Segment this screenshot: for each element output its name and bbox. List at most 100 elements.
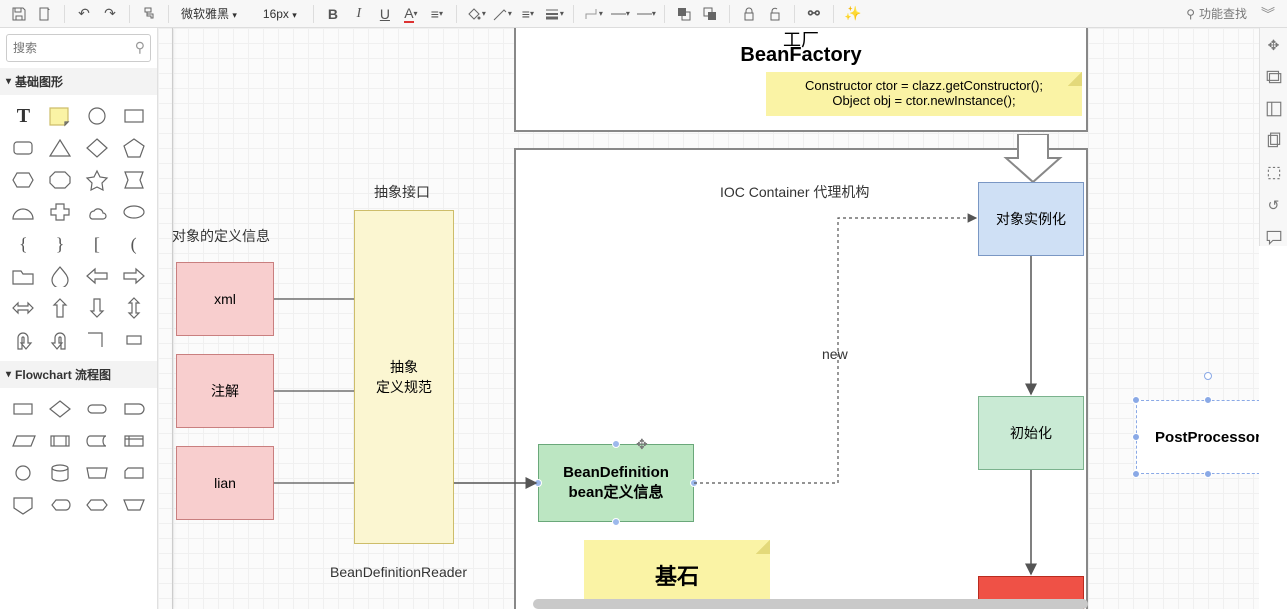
arrow-end-button[interactable]: ▾ <box>634 3 656 25</box>
plus-shape[interactable] <box>43 197 78 227</box>
arrow-lr-shape[interactable] <box>6 293 41 323</box>
bracket-l-shape[interactable]: [ <box>80 229 115 259</box>
pentagon-shape[interactable] <box>116 133 151 163</box>
def-info-label: 对象的定义信息 <box>172 226 270 246</box>
outline-icon[interactable] <box>1265 164 1283 182</box>
lian-box[interactable]: lian <box>176 446 274 520</box>
align-button[interactable]: ≡▾ <box>426 3 448 25</box>
init-box[interactable]: 初始化 <box>978 396 1084 470</box>
postprocessor-box[interactable]: PostProcessor <box>1136 400 1259 474</box>
fc-manual-op[interactable] <box>116 490 151 520</box>
uturn-l-shape[interactable] <box>6 325 41 355</box>
font-size-select[interactable]: 16px ▾ <box>261 5 305 23</box>
line-style-button[interactable]: ≡▾ <box>517 3 539 25</box>
send-back-icon[interactable] <box>699 3 721 25</box>
diamond-shape[interactable] <box>80 133 115 163</box>
rect-shape[interactable] <box>116 101 151 131</box>
function-search[interactable]: ⚲ 功能查找 <box>1186 5 1253 22</box>
brace-r-shape[interactable]: } <box>43 229 78 259</box>
fc-terminator[interactable] <box>80 394 115 424</box>
anno-box[interactable]: 注解 <box>176 354 274 428</box>
bring-front-icon[interactable] <box>673 3 695 25</box>
magic-icon[interactable]: ✨ <box>842 3 864 25</box>
fc-internal[interactable] <box>116 426 151 456</box>
horizontal-scrollbar[interactable] <box>533 599 1088 609</box>
paren-l-shape[interactable]: ( <box>116 229 151 259</box>
ioc-label: IOC Container 代理机构 <box>720 182 869 202</box>
arrow-start-button[interactable]: ▾ <box>608 3 630 25</box>
basic-shapes-grid: T { } [ ( <box>0 95 157 361</box>
arrow-l-shape[interactable] <box>80 261 115 291</box>
small-rect-shape[interactable] <box>116 325 151 355</box>
underline-button[interactable]: U <box>374 3 396 25</box>
ellipse-shape[interactable] <box>116 197 151 227</box>
navigator-icon[interactable]: ✥ <box>1265 36 1283 54</box>
canvas[interactable]: 工厂 BeanFactory Constructor ctor = clazz.… <box>158 28 1259 609</box>
link-icon[interactable]: ⚯ <box>803 3 825 25</box>
cloud-shape[interactable] <box>80 197 115 227</box>
search-icon: ⚲ <box>1186 7 1195 21</box>
fc-manual[interactable] <box>80 458 115 488</box>
bold-button[interactable]: B <box>322 3 344 25</box>
constructor-note[interactable]: Constructor ctor = clazz.getConstructor(… <box>766 72 1082 116</box>
fc-card[interactable] <box>116 458 151 488</box>
italic-button[interactable]: I <box>348 3 370 25</box>
brace-l-shape[interactable]: { <box>6 229 41 259</box>
comment-icon[interactable] <box>1265 228 1283 246</box>
basic-shapes-header[interactable]: 基础图形 <box>0 68 157 95</box>
fc-predefined[interactable] <box>43 426 78 456</box>
folder-shape[interactable] <box>6 261 41 291</box>
unlock-icon[interactable] <box>764 3 786 25</box>
flowchart-header[interactable]: Flowchart 流程图 <box>0 361 157 388</box>
arc-shape[interactable] <box>6 197 41 227</box>
fc-prep[interactable] <box>80 490 115 520</box>
star-shape[interactable] <box>80 165 115 195</box>
fc-connector[interactable] <box>6 458 41 488</box>
undo-icon[interactable]: ↶ <box>73 3 95 25</box>
fit-icon[interactable] <box>1265 100 1283 118</box>
new-doc-icon[interactable] <box>34 3 56 25</box>
font-color-button[interactable]: A▾ <box>400 3 422 25</box>
copy-icon[interactable] <box>1265 132 1283 150</box>
format-painter-icon[interactable] <box>138 3 160 25</box>
fc-delay[interactable] <box>116 394 151 424</box>
arrow-u-shape[interactable] <box>43 293 78 323</box>
instance-box[interactable]: 对象实例化 <box>978 182 1084 256</box>
history-icon[interactable]: ↺ <box>1265 196 1283 214</box>
arrow-ud-shape[interactable] <box>116 293 151 323</box>
abstract-spec-box[interactable]: 抽象 定义规范 <box>354 210 454 544</box>
line-color-button[interactable]: ▾ <box>491 3 513 25</box>
xml-box[interactable]: xml <box>176 262 274 336</box>
beandefinition-box[interactable]: BeanDefinition bean定义信息 <box>538 444 694 522</box>
circle-shape[interactable] <box>80 101 115 131</box>
roundrect-shape[interactable] <box>6 133 41 163</box>
shape-search-input[interactable] <box>6 34 151 62</box>
arrow-d-shape[interactable] <box>80 293 115 323</box>
collapse-toolbar-icon[interactable]: ︾ <box>1257 4 1279 24</box>
drop-shape[interactable] <box>43 261 78 291</box>
note-shape[interactable] <box>43 101 78 131</box>
layers-icon[interactable] <box>1265 68 1283 86</box>
font-family-select[interactable]: 微软雅黑 ▾ <box>177 3 257 24</box>
save-icon[interactable] <box>8 3 30 25</box>
fc-decision[interactable] <box>43 394 78 424</box>
fc-display[interactable] <box>43 490 78 520</box>
uturn-r-shape[interactable] <box>43 325 78 355</box>
fc-stored[interactable] <box>80 426 115 456</box>
arrow-r-shape[interactable] <box>116 261 151 291</box>
lock-icon[interactable] <box>738 3 760 25</box>
fc-data[interactable] <box>6 426 41 456</box>
line-width-button[interactable]: ▾ <box>543 3 565 25</box>
connector-button[interactable]: ▾ <box>582 3 604 25</box>
corner-shape[interactable] <box>80 325 115 355</box>
octagon-shape[interactable] <box>43 165 78 195</box>
text-shape[interactable]: T <box>6 101 41 131</box>
triangle-shape[interactable] <box>43 133 78 163</box>
fc-offpage[interactable] <box>6 490 41 520</box>
shield-shape[interactable] <box>116 165 151 195</box>
hexagon-shape[interactable] <box>6 165 41 195</box>
fc-process[interactable] <box>6 394 41 424</box>
fc-database[interactable] <box>43 458 78 488</box>
redo-icon[interactable]: ↷ <box>99 3 121 25</box>
fill-color-button[interactable]: ▾ <box>465 3 487 25</box>
